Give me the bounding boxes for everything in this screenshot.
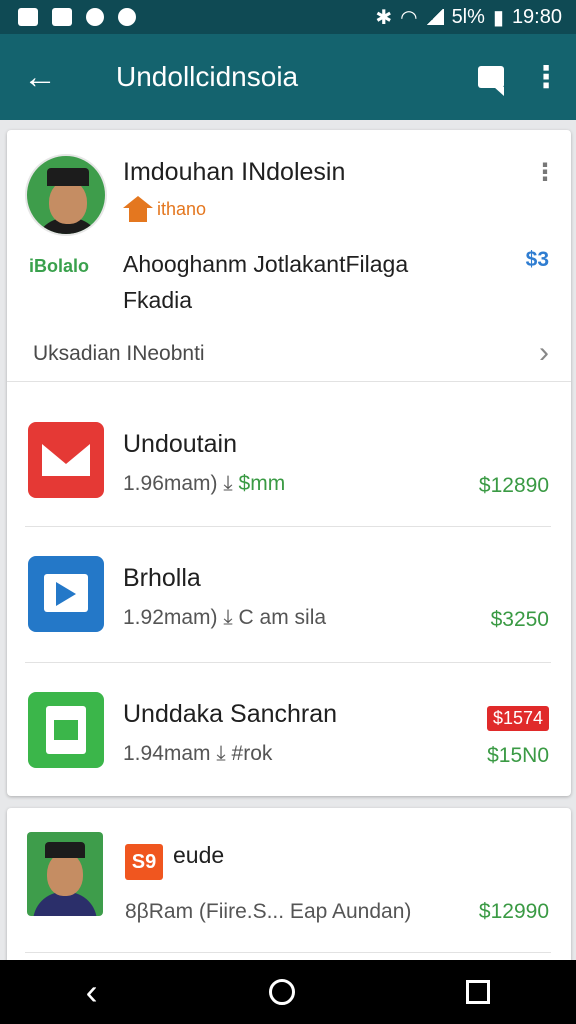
home-icon [123,196,153,222]
list-item[interactable]: Unddaka Sanchran 1.94mam ⤓ #rok $1574 $1… [7,664,571,796]
list-item[interactable]: Brholla 1.92mam) ⤓ C am sila $3250 [7,528,571,660]
download-icon: ⤓ [216,742,226,765]
system-nav-bar: ‹ [0,960,576,1024]
status-bar: ✱ ◠ 5l% ▮ 19:80 [0,0,576,34]
nav-home-button[interactable] [268,979,295,1005]
list-item-meta: 1.92mam) ⤓ C am sila [123,606,327,629]
list-item-title: Undoutain [123,430,237,458]
download-icon: ⤓ [223,606,233,629]
list-item-title: Unddaka Sanchran [123,700,338,728]
brand-logo: iBolalo [29,256,89,277]
avatar-face [47,852,83,896]
list-item-meta: 8βRam (Fiire.S... Eap Aundan) [125,900,412,923]
list-item[interactable]: Undoutain 1.96mam) ⤓ $mm $12890 [7,394,571,526]
nav-back-button[interactable]: ‹ [86,971,98,1013]
signal-icon [425,9,444,25]
media-icon [52,8,72,26]
list-item-meta-suffix: #rok [231,742,273,765]
main-card: Imdouhan INdolesin ithano iBolalo Ahoogh… [7,130,571,796]
status-right: ✱ ◠ 5l% ▮ 19:80 [375,5,562,30]
gallery-icon [18,8,38,26]
list-item-meta: 1.96mam) ⤓ $mm [123,472,286,495]
profile-name: Imdouhan INdolesin [123,158,346,186]
secondary-card[interactable]: S9 eude 8βRam (Fiire.S... Eap Aundan) $1… [7,808,571,968]
profile-avatar[interactable] [25,154,107,236]
avatar [27,832,103,916]
profile-description: Ahooghanm JotlakantFilaga Fkadia [123,246,503,318]
list-item-meta: 1.94mam ⤓ #rok [123,742,273,765]
message-icon [478,66,504,96]
status-notification-icons [18,8,136,26]
arrow-left-icon: ← [23,57,57,96]
bluetooth-icon: ✱ [375,6,393,29]
profile-price: $3 [525,248,549,271]
brand-logo-prefix: iBo [29,256,58,276]
message-button[interactable] [466,34,516,120]
list-item-price: $3250 [490,608,549,631]
divider [25,662,551,663]
mail-icon [28,422,104,498]
app-title: Undollcidnsoia [116,61,299,92]
profile-desc-line2: Fkadia [123,287,193,313]
list-item-title: Brholla [123,564,201,592]
link-row[interactable]: Uksadian INeobnti › [7,326,571,382]
wifi-icon: ◠ [400,6,418,29]
nav-recents-button[interactable] [466,980,491,1004]
list-item-meta-suffix: C am sila [238,606,327,629]
overflow-menu-button[interactable]: ⋮ [516,34,576,120]
list-item-meta-suffix: $mm [238,472,286,495]
chat-icon [86,8,104,26]
avatar-cap [45,842,85,858]
list-item-price: $12890 [478,474,549,497]
list-item-price: $15N0 [487,744,549,767]
card-icon [28,556,104,632]
profile-desc-line1: Ahooghanm JotlakantFilaga [123,251,409,277]
badge: S9 [125,844,163,880]
divider [25,952,551,953]
brand-logo-suffix: lalo [58,256,90,276]
download-icon: ⤓ [223,472,233,495]
profile-section[interactable]: Imdouhan INdolesin ithano iBolalo Ahoogh… [7,130,571,390]
profile-more-button[interactable]: ⋮ [533,158,557,187]
back-button[interactable]: ← [0,34,80,120]
battery-level: 5l% [451,5,485,28]
home-row: ithano [123,196,206,222]
avatar-face [49,180,87,224]
doc-icon [28,692,104,768]
clock: 19:80 [511,5,562,28]
chevron-right-icon: › [539,336,549,369]
avatar-cap [47,168,89,186]
divider [25,526,551,527]
list-item-price: $12990 [478,900,549,923]
link-row-label: Uksadian INeobnti [33,341,205,365]
sale-badge: $1574 [486,706,549,731]
app-bar: ← Undollcidnsoia ⋮ [0,34,576,120]
battery-icon: ▮ [492,6,504,29]
home-label: ithano [157,198,207,219]
list-item-title: eude [173,842,225,868]
whatsapp-icon [118,8,136,26]
